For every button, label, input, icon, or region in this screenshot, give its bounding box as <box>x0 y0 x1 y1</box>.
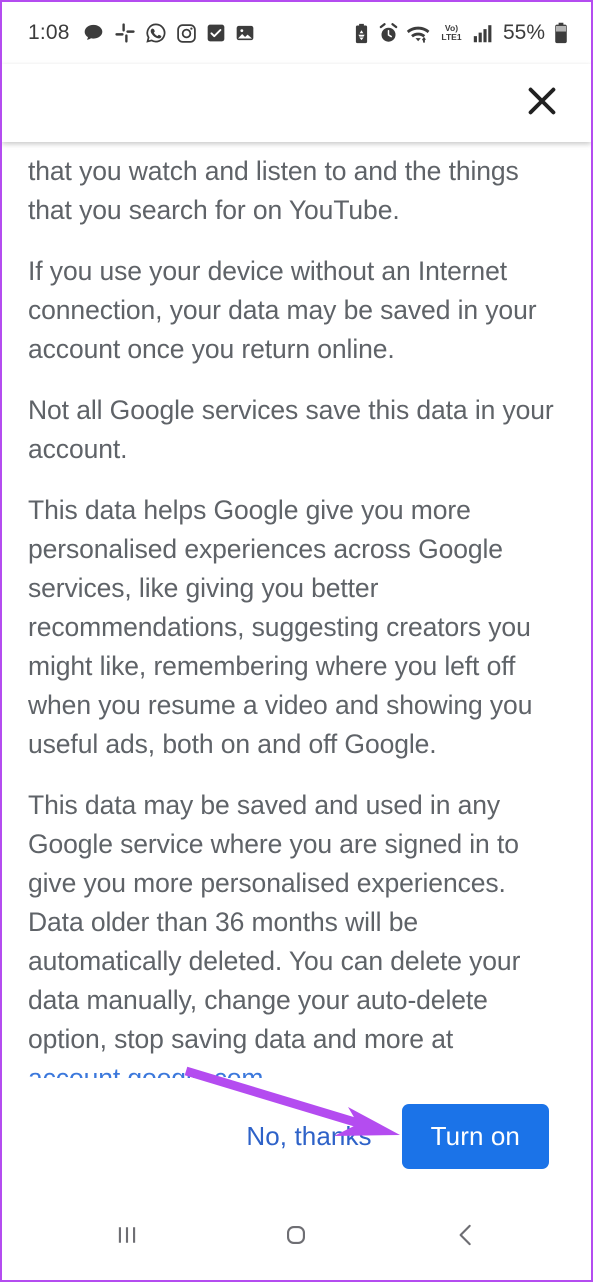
turn-on-button[interactable]: Turn on <box>401 1103 549 1169</box>
home-button[interactable] <box>251 1206 341 1268</box>
checkbox-checked-icon <box>206 23 226 43</box>
battery-percent-label: 55% <box>502 21 545 44</box>
phone-screen: 1:08 Vo) LTE1 55% that you watch and lis… <box>0 0 593 1282</box>
consent-paragraph-text: This data may be saved and used in any G… <box>28 790 521 1054</box>
consent-paragraph-suffix: . <box>263 1063 271 1078</box>
recents-icon <box>110 1218 144 1257</box>
close-icon <box>524 83 560 124</box>
svg-text:LTE1: LTE1 <box>441 32 462 42</box>
close-button[interactable] <box>517 78 567 128</box>
volte-lte1-icon: Vo) LTE1 <box>438 22 465 44</box>
whatsapp-icon <box>145 22 167 44</box>
consent-text-scroll-area[interactable]: that you watch and listen to and the thi… <box>2 142 591 1078</box>
android-navigation-bar <box>2 1194 591 1280</box>
status-bar-clock: 1:08 <box>28 21 70 44</box>
consent-paragraph: Not all Google services save this data i… <box>28 395 554 464</box>
back-icon <box>449 1218 483 1257</box>
consent-paragraph-with-link: This data may be saved and used in any G… <box>28 786 565 1078</box>
account-google-com-link[interactable]: account.google.com <box>28 1063 263 1078</box>
signal-bars-icon <box>472 23 494 44</box>
dialog-header <box>2 64 591 142</box>
consent-paragraph: If you use your device without an Intern… <box>28 256 537 364</box>
gallery-photo-icon <box>235 23 255 43</box>
status-bar-left-group: 1:08 <box>28 21 255 45</box>
message-bubble-icon <box>82 22 105 45</box>
slack-icon <box>114 22 136 44</box>
battery-saver-icon <box>352 23 371 44</box>
dialog-action-row: No, thanks Turn on <box>2 1078 591 1194</box>
instagram-icon <box>176 23 197 44</box>
recents-button[interactable] <box>82 1206 172 1268</box>
status-bar: 1:08 Vo) LTE1 55% <box>2 2 591 64</box>
alarm-clock-icon <box>378 22 399 44</box>
battery-icon <box>553 22 569 44</box>
consent-paragraph: This data helps Google give you more per… <box>28 495 533 759</box>
back-button[interactable] <box>421 1206 511 1268</box>
wifi-transfer-icon <box>406 23 431 44</box>
consent-paragraph: that you watch and listen to and the thi… <box>28 156 519 225</box>
no-thanks-button[interactable]: No, thanks <box>230 1109 387 1164</box>
status-bar-right-group: Vo) LTE1 55% <box>352 21 569 45</box>
home-icon <box>279 1218 313 1257</box>
